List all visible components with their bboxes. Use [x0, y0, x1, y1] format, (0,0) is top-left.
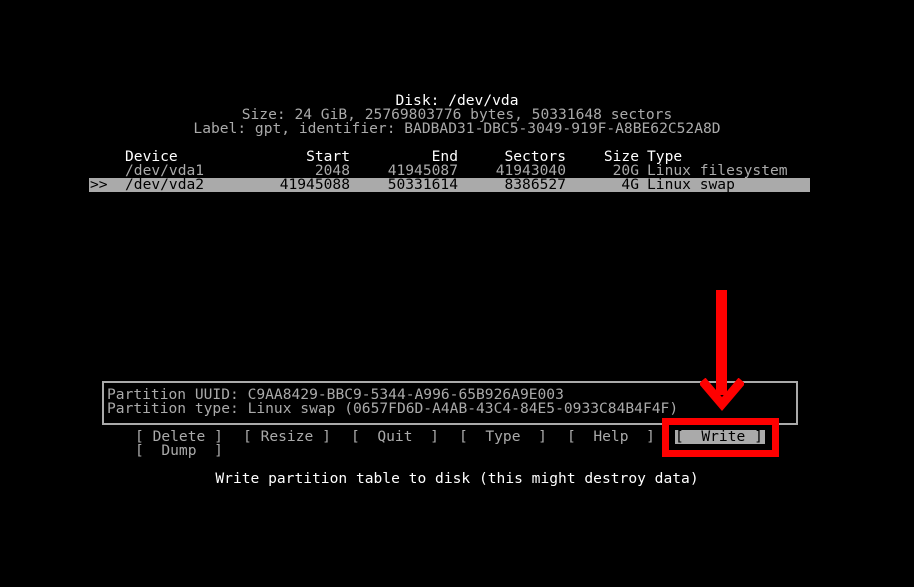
- row-device: /dev/vda2: [125, 176, 205, 193]
- row-type: Linux swap: [647, 176, 735, 193]
- type-button[interactable]: [ Type ]: [459, 429, 547, 444]
- row-size: 4G: [621, 176, 639, 193]
- disk-label-info: Label: gpt, identifier: BADBAD31-DBC5-30…: [193, 120, 721, 137]
- action-hint: Write partition table to disk (this migh…: [215, 470, 699, 487]
- table-row-selected[interactable]: >> /dev/vda2 41945088 50331614 8386527 4…: [89, 176, 810, 193]
- row-start: 41945088: [279, 176, 350, 193]
- row-selection-marker: >>: [90, 176, 108, 193]
- annotation-highlight-box: [662, 418, 779, 457]
- annotation-arrow-icon: [700, 378, 744, 411]
- help-button[interactable]: [ Help ]: [567, 429, 655, 444]
- partition-type: Partition type: Linux swap (0657FD6D-A4A…: [107, 400, 679, 417]
- row-sectors: 8386527: [504, 176, 566, 193]
- dump-button[interactable]: [ Dump ]: [135, 443, 223, 458]
- row-end: 50331614: [387, 176, 458, 193]
- quit-button[interactable]: [ Quit ]: [351, 429, 439, 444]
- arrow-head: [700, 378, 744, 411]
- resize-button[interactable]: [ Resize ]: [243, 429, 331, 444]
